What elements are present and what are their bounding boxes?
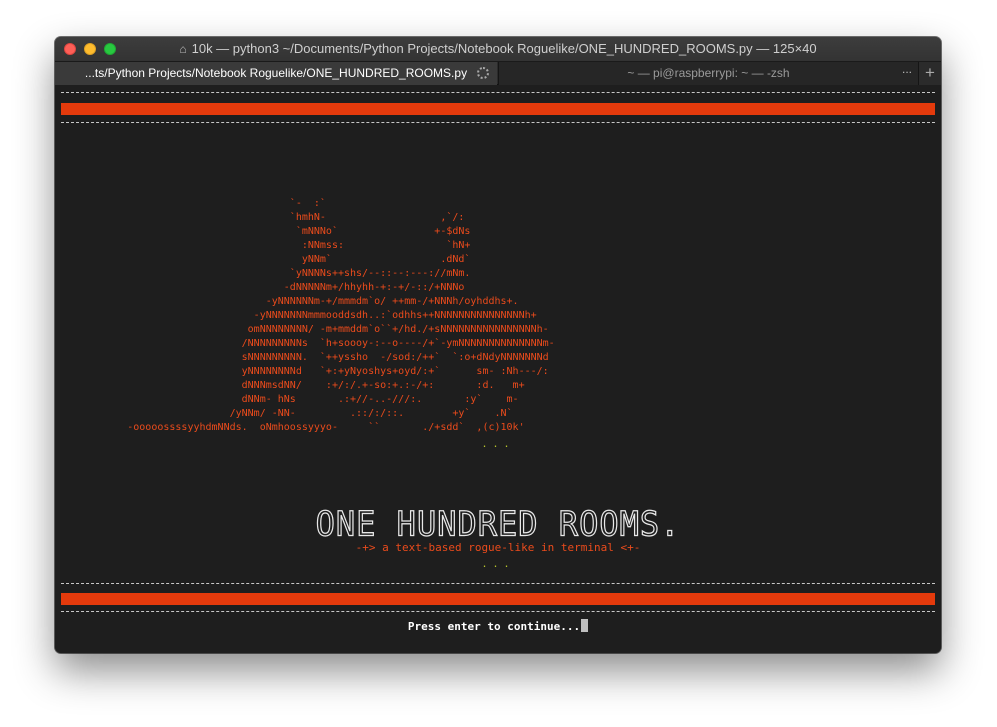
window-title-wrap: ⌂ 10k — python3 ~/Documents/Python Projec… [55,37,941,61]
continue-prompt: Press enter to continue... [55,619,941,633]
tab-overflow-icon[interactable]: ... [902,62,912,76]
text-cursor [581,619,589,632]
bottom-dashed-border [61,583,935,584]
tab-notebook-roguelike[interactable]: ...ts/Python Projects/Notebook Roguelike… [55,62,497,85]
tab-label: ~ — pi@raspberrypi: ~ — -zsh [627,66,790,80]
game-title: ONE HUNDRED ROOMS. [315,503,681,544]
dots-bottom: ... [481,559,515,570]
activity-spinner-icon [477,67,489,79]
home-icon: ⌂ [179,42,187,56]
dots-top: ... [481,439,515,450]
top-red-bar [61,103,935,115]
tab-label: ...ts/Python Projects/Notebook Roguelike… [84,66,468,80]
title-bar[interactable]: ⌂ 10k — python3 ~/Documents/Python Projec… [55,37,941,61]
top-dashed-border-lower [61,122,935,123]
prompt-text: Press enter to continue... [407,620,581,633]
tab-raspberrypi-zsh[interactable]: ~ — pi@raspberrypi: ~ — -zsh [498,62,918,85]
bottom-red-bar [61,593,935,605]
window-title: 10k — python3 ~/Documents/Python Project… [191,41,817,56]
terminal-window: ⌂ 10k — python3 ~/Documents/Python Projec… [55,37,941,653]
top-dashed-border [61,92,935,93]
bottom-dashed-border-lower [61,611,935,612]
ascii-art-logo: `- :` `hmhN- ,`/: `mNNNo` +-$dNs :NNmss: [127,198,555,433]
game-subtitle: -+> a text-based rogue-like in terminal … [355,541,641,554]
new-tab-button[interactable]: + [918,62,941,85]
tab-bar: ...ts/Python Projects/Notebook Roguelike… [55,61,941,85]
terminal-screen[interactable]: `- :` `hmhN- ,`/: `mNNNo` +-$dNs :NNmss: [55,85,941,653]
